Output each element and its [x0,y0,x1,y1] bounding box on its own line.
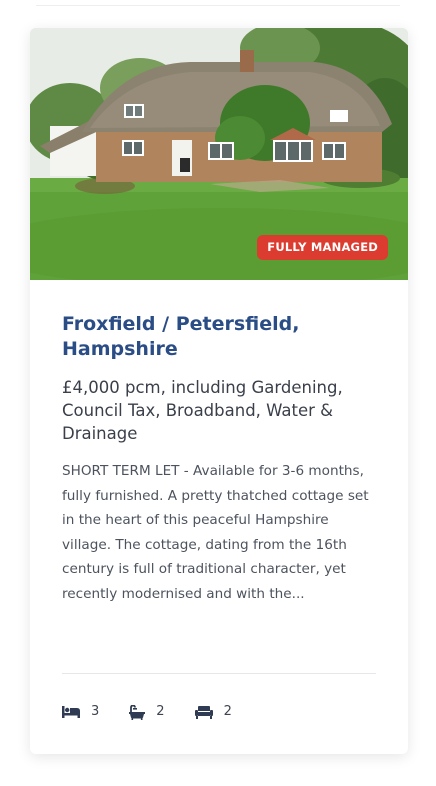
bathroom-count: 2 [156,704,165,719]
feature-bedrooms: 3 [62,702,99,722]
section-divider [36,5,400,6]
bedroom-count: 3 [91,704,100,719]
property-price: £4,000 pcm, including Gardening, Council… [62,378,343,443]
card-divider [62,673,376,674]
feature-bathrooms: 2 [129,702,165,722]
reception-count: 2 [223,704,232,719]
property-description: SHORT TERM LET - Available for 3-6 month… [62,463,369,602]
bed-icon [62,705,80,719]
property-photo[interactable]: FULLY MANAGED [30,28,408,280]
property-features: 3 2 2 [62,702,262,722]
sofa-icon [194,705,213,719]
property-title[interactable]: Froxfield / Petersfield, Hampshire [62,312,376,362]
fully-managed-badge: FULLY MANAGED [257,235,388,260]
feature-reception-rooms: 2 [194,702,232,722]
property-card[interactable]: FULLY MANAGED Froxfield / Petersfield, H… [30,28,408,754]
bath-icon [129,704,146,720]
